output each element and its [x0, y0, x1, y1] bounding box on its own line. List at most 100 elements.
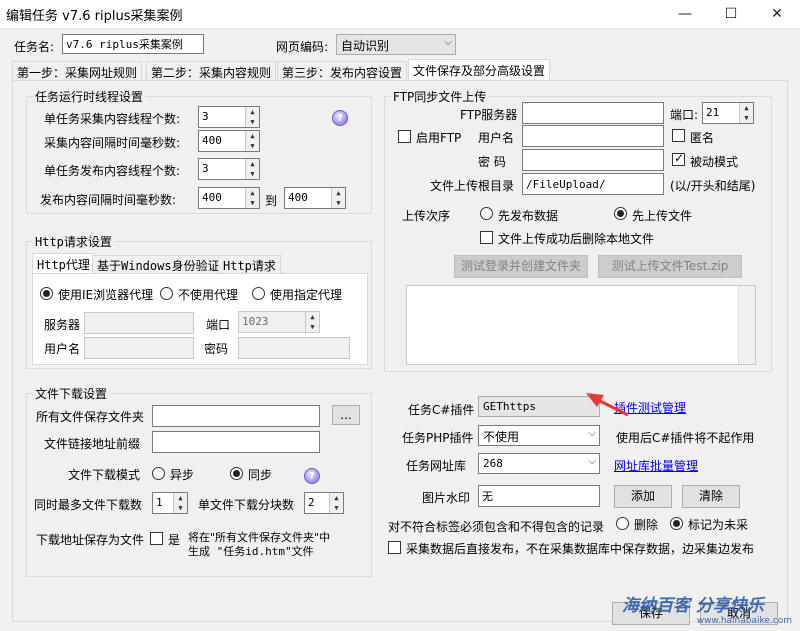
mark-uncollected-radio[interactable] [670, 517, 683, 530]
tab-windows-auth[interactable]: 基于Windows身份验证 [92, 255, 225, 273]
publish-interval-label: 发布内容间隔时间毫秒数: [40, 193, 177, 207]
test-login-button[interactable]: 测试登录并创建文件夹 [454, 255, 588, 278]
tab-http-request[interactable]: Http请求 [218, 255, 281, 273]
ftp-server-label: FTP服务器 [460, 108, 518, 122]
ftp-port-spin[interactable]: 21 ▲ ▼ [702, 102, 754, 124]
ftp-user-input[interactable] [522, 125, 664, 147]
link-prefix-label: 文件链接地址前缀 [44, 437, 141, 451]
passive-mode-checkbox[interactable] [672, 151, 685, 166]
ftp-server-input[interactable] [522, 102, 664, 124]
tab-step1[interactable]: 第一步：采集网址规则 [12, 61, 143, 81]
encoding-label: 网页编码: [276, 40, 329, 54]
tab-step3[interactable]: 第三步：发布内容设置 [277, 61, 408, 81]
ftp-log-textarea[interactable] [406, 285, 756, 365]
upload-order-label: 上传次序 [402, 209, 451, 223]
download-mode-label: 文件下载模式 [68, 468, 141, 482]
close-button[interactable]: ✕ [754, 0, 800, 28]
task-name-label: 任务名: [14, 40, 55, 54]
max-downloads-spin[interactable]: 1 ▲ ▼ [152, 492, 188, 514]
cs-plugin-label: 任务C#插件 [408, 403, 475, 417]
collect-threads-value: 3 [202, 110, 209, 123]
link-prefix-input[interactable] [152, 431, 320, 453]
proxy-port-label: 端口 [206, 318, 231, 332]
clear-button[interactable]: 清除 [682, 485, 740, 508]
collect-interval-spin[interactable]: 400 ▲ ▼ [198, 130, 260, 152]
publish-first-label: 先发布数据 [498, 209, 559, 223]
cancel-button[interactable]: 取消 [700, 602, 778, 625]
mark-uncollected-label: 标记为未采 [688, 518, 749, 532]
publish-interval-max-spin[interactable]: 400 ▲ ▼ [284, 187, 346, 209]
delete-label: 删除 [634, 518, 659, 532]
maximize-button[interactable]: ☐ [708, 0, 754, 28]
proxy-port-spin[interactable]: 1023 ▲ ▼ [238, 311, 320, 333]
publish-first-radio[interactable] [480, 207, 493, 220]
delete-radio[interactable] [616, 517, 629, 530]
publish-threads-spin[interactable]: 3 ▲ ▼ [198, 158, 260, 180]
proxy-user-label: 用户名 [44, 342, 81, 356]
publish-interval-max-value: 400 [288, 191, 308, 204]
task-name-input[interactable] [62, 34, 204, 54]
url-library-value: 268 [483, 457, 503, 470]
download-settings-title: 文件下载设置 [33, 385, 110, 402]
tab-file-save[interactable]: 文件保存及部分高级设置 [408, 59, 551, 82]
php-plugin-select[interactable]: 不使用 ⌵ [478, 425, 600, 446]
chunk-count-spin[interactable]: 2 ▲ ▼ [304, 492, 344, 514]
enable-ftp-checkbox[interactable] [398, 130, 411, 143]
minimize-button[interactable]: — [662, 0, 708, 28]
collect-interval-value: 400 [202, 134, 222, 147]
url-library-select[interactable]: 268 ⌵ [478, 453, 600, 474]
save-url-as-file-checkbox[interactable] [150, 532, 163, 545]
tab-step2[interactable]: 第二步：采集内容规则 [146, 61, 277, 81]
save-folder-label: 所有文件保存文件夹 [36, 410, 145, 424]
test-upload-button[interactable]: 测试上传文件Test.zip [598, 255, 742, 278]
chunk-count-label: 单文件下载分块数 [198, 498, 295, 512]
collect-threads-spin[interactable]: 3 ▲ ▼ [198, 106, 260, 128]
proxy-server-label: 服务器 [44, 318, 81, 332]
dialog-client: 任务名: 网页编码: 自动识别 ⌵ 第一步：采集网址规则 第二步：采集内容规则 第… [0, 28, 800, 631]
collect-threads-label: 单任务采集内容线程个数: [44, 112, 181, 126]
help-icon[interactable]: ? [304, 468, 320, 484]
delete-local-checkbox[interactable] [480, 231, 493, 244]
records-label: 对不符合标签必须包含和不得包含的记录 [388, 520, 605, 534]
async-label: 异步 [170, 468, 195, 482]
window-title: 编辑任务 v7.6 riplus采集案例 [6, 9, 183, 24]
php-plugin-label: 任务PHP插件 [402, 431, 474, 445]
browse-button[interactable]: ... [332, 405, 360, 425]
proxy-server-input[interactable] [84, 312, 194, 334]
proxy-pass-input[interactable] [238, 337, 350, 359]
async-radio[interactable] [152, 467, 165, 480]
red-arrow-icon [586, 393, 629, 417]
no-proxy-radio[interactable] [160, 287, 173, 300]
sync-radio[interactable] [230, 467, 243, 480]
enable-ftp-label: 启用FTP [416, 131, 462, 145]
save-folder-input[interactable] [152, 405, 320, 427]
url-library-link[interactable]: 网址库批量管理 [614, 457, 698, 474]
add-button[interactable]: 添加 [614, 485, 672, 508]
upload-first-radio[interactable] [614, 207, 627, 220]
php-plugin-note: 使用后C#插件将不起作用 [616, 431, 755, 445]
upload-root-input[interactable] [522, 173, 664, 195]
help-icon[interactable]: ? [332, 110, 348, 126]
sync-label: 同步 [248, 468, 273, 482]
scrollbar[interactable] [738, 286, 755, 364]
encoding-select[interactable]: 自动识别 ⌵ [336, 34, 456, 55]
title-bar: 编辑任务 v7.6 riplus采集案例 — ☐ ✕ [0, 0, 800, 28]
php-plugin-value: 不使用 [483, 430, 520, 444]
direct-publish-checkbox[interactable] [388, 541, 401, 554]
ftp-pass-input[interactable] [522, 149, 664, 171]
max-downloads-label: 同时最多文件下载数 [34, 498, 143, 512]
proxy-user-input[interactable] [84, 337, 194, 359]
cs-plugin-select[interactable]: GEThttps [478, 396, 600, 417]
custom-proxy-radio[interactable] [252, 287, 265, 300]
publish-interval-min-spin[interactable]: 400 ▲ ▼ [198, 187, 260, 209]
ftp-user-label: 用户名 [478, 131, 515, 145]
watermark-input[interactable] [478, 485, 600, 507]
tab-http-proxy[interactable]: Http代理 [32, 253, 95, 273]
ie-proxy-radio[interactable] [40, 287, 53, 300]
upload-root-label: 文件上传根目录 [430, 179, 515, 193]
no-proxy-label: 不使用代理 [178, 288, 239, 302]
save-button[interactable]: 保存 [612, 602, 690, 625]
anonymous-checkbox[interactable] [672, 129, 685, 142]
publish-threads-value: 3 [202, 162, 209, 175]
http-settings-title: Http请求设置 [33, 233, 114, 250]
